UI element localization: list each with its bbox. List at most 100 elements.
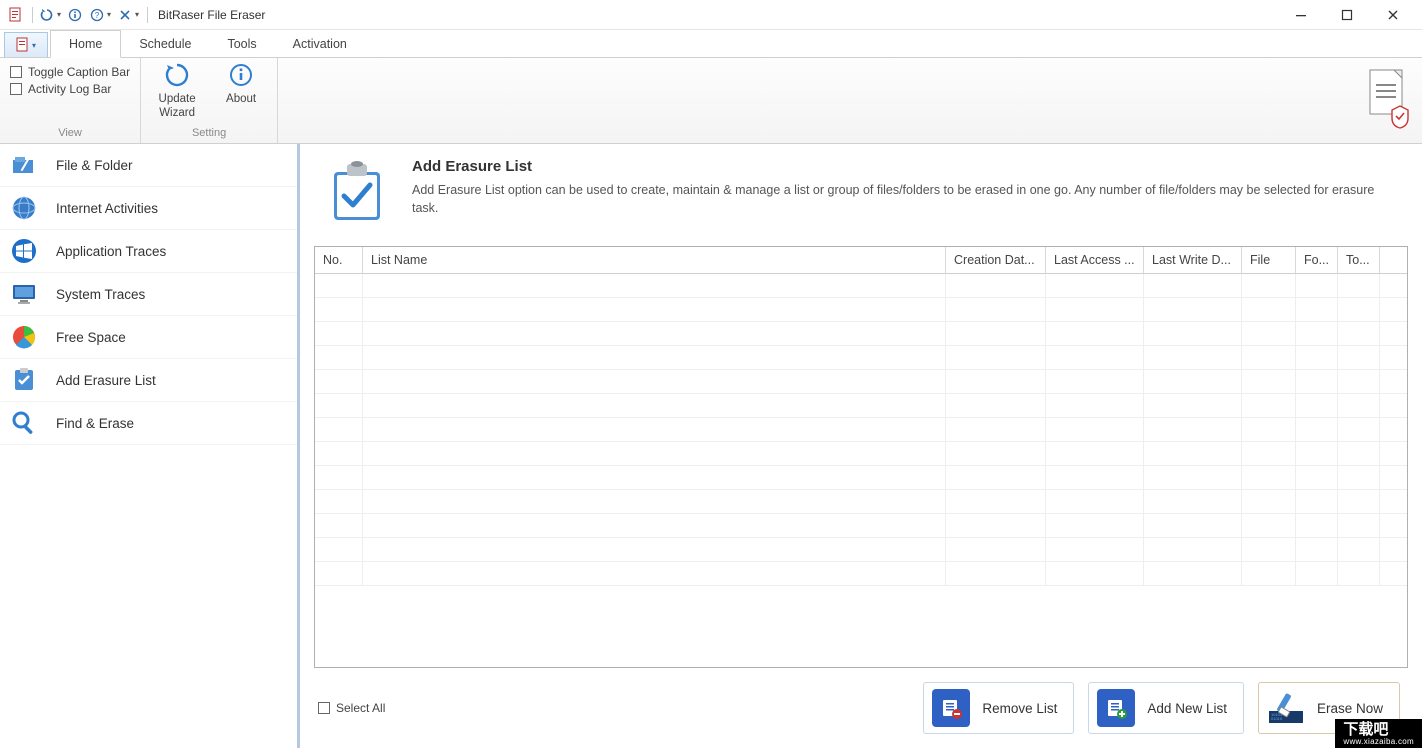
table-cell [946,346,1046,369]
table-cell [1338,322,1380,345]
file-menu-button[interactable]: ▾ [4,32,48,57]
maximize-button[interactable] [1324,0,1370,30]
toggle-caption-checkbox[interactable]: Toggle Caption Bar [10,65,130,79]
about-button[interactable]: About [215,62,267,106]
table-cell [1046,370,1144,393]
table-cell [1046,514,1144,537]
sidebar-item-system-traces[interactable]: System Traces [0,273,297,316]
tab-activation[interactable]: Activation [275,30,365,57]
table-cell [315,394,363,417]
table-cell [946,298,1046,321]
ribbon-group-title: View [10,127,130,141]
table-cell [1296,442,1338,465]
column-header[interactable]: List Name [363,247,946,273]
tab-tools[interactable]: Tools [209,30,274,57]
add-new-list-button[interactable]: Add New List [1088,682,1244,734]
table-cell [1242,346,1296,369]
table-cell [1338,514,1380,537]
table-cell [1046,418,1144,441]
sidebar-item-label: File & Folder [56,158,133,173]
table-cell [1338,418,1380,441]
table-cell [1144,514,1242,537]
title-bar: ▾ ? ▾ ▾ BitRaser File Eraser [0,0,1422,30]
table-row [315,370,1407,394]
table-cell [1046,394,1144,417]
sidebar-item-label: Free Space [56,330,126,345]
sidebar-item-add-erasure-list[interactable]: Add Erasure List [0,359,297,402]
table-cell [315,562,363,585]
column-header[interactable]: Fo... [1296,247,1338,273]
close-button[interactable] [1370,0,1416,30]
sidebar-item-app-traces[interactable]: Application Traces [0,230,297,273]
select-all-checkbox[interactable]: Select All [318,701,385,715]
sidebar-item-find-erase[interactable]: Find & Erase [0,402,297,445]
qat-help-caret[interactable]: ▾ [107,10,111,19]
column-header[interactable]: Last Access ... [1046,247,1144,273]
table-cell [363,394,946,417]
table-cell [1296,346,1338,369]
activity-log-checkbox[interactable]: Activity Log Bar [10,82,130,96]
table-cell [315,322,363,345]
table-cell [946,370,1046,393]
update-wizard-button[interactable]: Update Wizard [151,62,203,121]
minimize-button[interactable] [1278,0,1324,30]
table-cell [363,370,946,393]
table-cell [363,466,946,489]
column-header[interactable]: No. [315,247,363,273]
monitor-icon [10,280,38,308]
column-header[interactable]: File [1242,247,1296,273]
qat-help-icon[interactable]: ? [87,5,107,25]
page-heading: Add Erasure List [412,158,1400,175]
sidebar-item-free-space[interactable]: Free Space [0,316,297,359]
table-cell [1296,322,1338,345]
qat-close-icon[interactable] [115,5,135,25]
remove-list-icon [932,689,970,727]
column-header[interactable]: To... [1338,247,1380,273]
page-icon [322,158,392,228]
column-header[interactable]: Last Write D... [1144,247,1242,273]
table-cell [1296,466,1338,489]
table-cell [1296,418,1338,441]
qat-document-icon[interactable] [6,5,26,25]
table-row [315,442,1407,466]
sidebar-item-file-folder[interactable]: File & Folder [0,144,297,187]
tab-label: Home [69,37,102,51]
table-cell [946,322,1046,345]
tab-label: Activation [293,37,347,51]
qat-customize-caret[interactable]: ▾ [135,10,139,19]
add-list-icon [1097,689,1135,727]
ribbon-right-icon[interactable] [1364,66,1410,130]
table-cell [1296,562,1338,585]
table-cell [946,442,1046,465]
window-controls [1278,0,1416,30]
sidebar-item-label: System Traces [56,287,145,302]
table-cell [1296,274,1338,297]
button-label: Add New List [1147,701,1227,716]
qat-reload-icon[interactable] [37,5,57,25]
column-header[interactable]: Creation Dat... [946,247,1046,273]
table-cell [1144,490,1242,513]
tab-home[interactable]: Home [50,30,121,58]
qat-reload-caret[interactable]: ▾ [57,10,61,19]
table-cell [1242,418,1296,441]
table-cell [1144,298,1242,321]
table-cell [1296,538,1338,561]
table-cell [1046,562,1144,585]
tab-schedule[interactable]: Schedule [121,30,209,57]
remove-list-button[interactable]: Remove List [923,682,1074,734]
sidebar-item-internet[interactable]: Internet Activities [0,187,297,230]
table-cell [946,490,1046,513]
watermark: 下载吧 www.xiazaiba.com [1335,719,1422,748]
table-cell [1046,346,1144,369]
erase-icon: 1010101010 [1267,689,1305,727]
button-label: About [226,92,256,106]
table-cell [1144,562,1242,585]
qat-info-icon[interactable] [65,5,85,25]
tab-label: Tools [227,37,256,51]
checkbox-icon [10,83,22,95]
checkbox-label: Select All [336,701,385,715]
table-cell [946,538,1046,561]
folder-icon [10,151,38,179]
table-cell [1144,466,1242,489]
table-row [315,418,1407,442]
